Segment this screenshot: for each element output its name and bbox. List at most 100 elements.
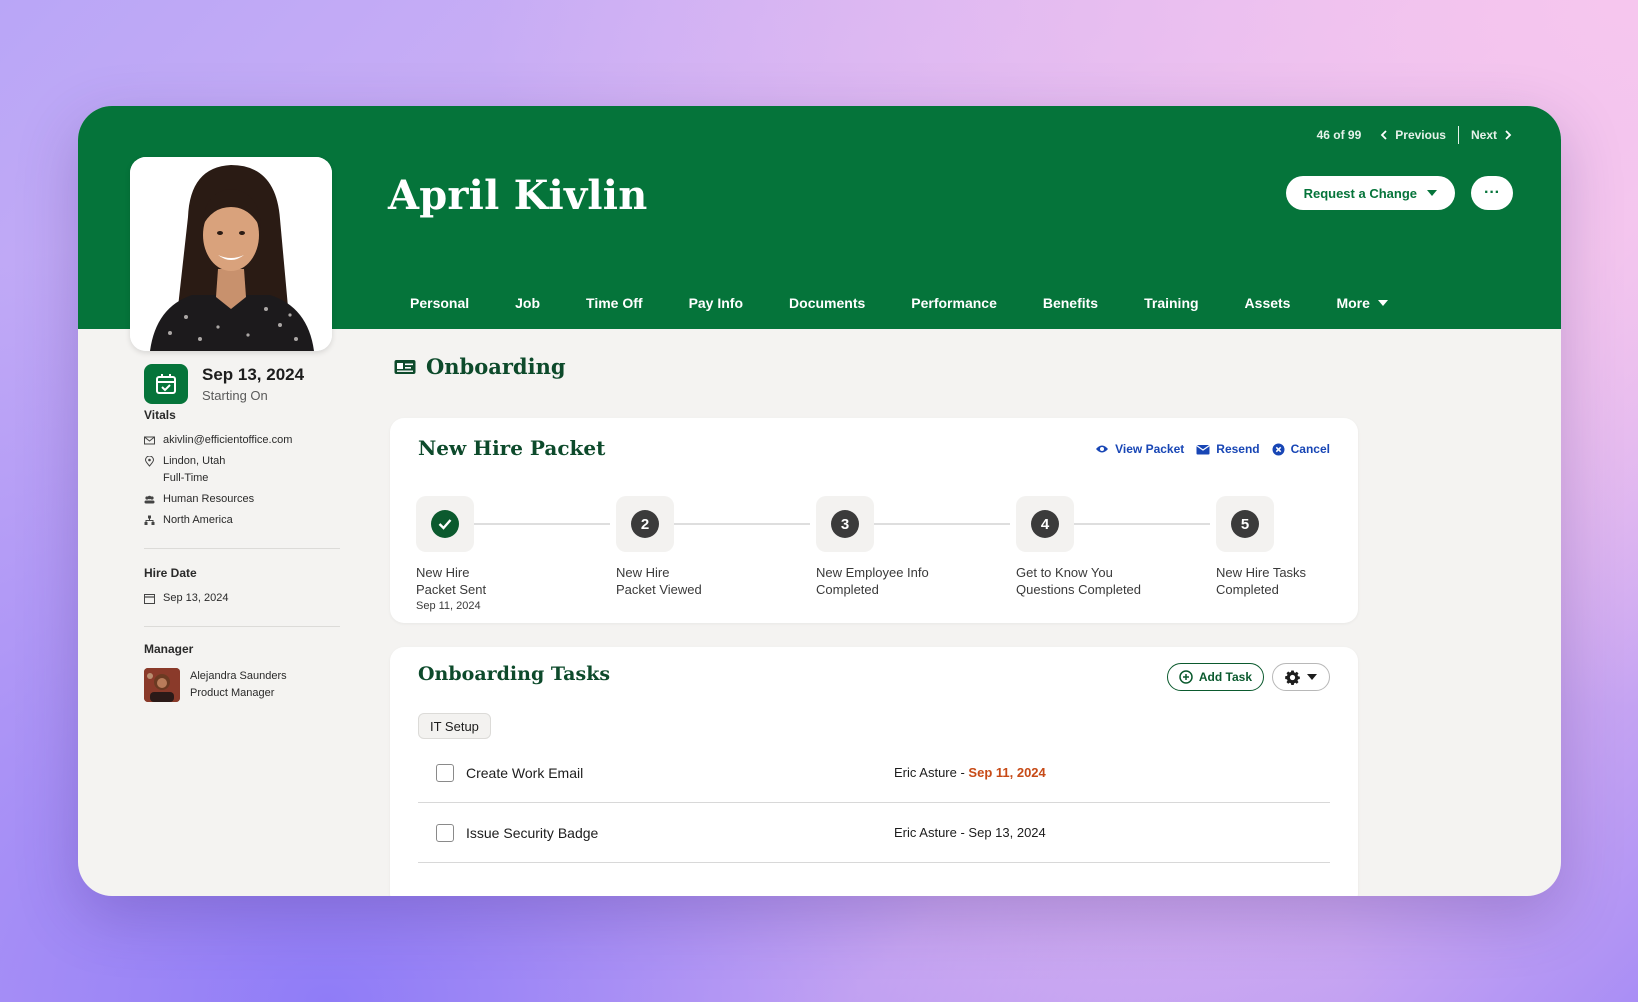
tab-label: Documents (789, 295, 866, 311)
tab-more[interactable]: More (1336, 288, 1388, 318)
task-assignee: Eric Asture - (894, 765, 969, 780)
employee-portrait (130, 157, 332, 351)
step-4: 4 Get to Know You Questions Completed (1016, 496, 1196, 598)
step-label-line: Packet Sent (416, 582, 487, 597)
add-task-button[interactable]: Add Task (1166, 663, 1264, 691)
request-change-button[interactable]: Request a Change (1285, 176, 1455, 210)
vital-division: North America (144, 514, 340, 526)
hire-date-row: Sep 13, 2024 (144, 592, 340, 604)
division-text: North America (163, 514, 233, 526)
onboarding-tasks-card: Onboarding Tasks Add Task IT Setup Creat… (390, 647, 1358, 896)
task-due-date: Sep 13, 2024 (968, 825, 1046, 840)
vital-email[interactable]: akivlin@efficientoffice.com (144, 434, 340, 446)
tab-personal[interactable]: Personal (410, 288, 469, 318)
tab-documents[interactable]: Documents (789, 288, 865, 318)
step-5: 5 New Hire Tasks Completed (1216, 496, 1396, 598)
tab-label: Training (1144, 295, 1199, 311)
vitals-section: Vitals akivlin@efficientoffice.com Lindo… (144, 408, 340, 535)
checkmark-icon (431, 510, 459, 538)
tab-training[interactable]: Training (1144, 288, 1198, 318)
section-heading: Onboarding (394, 354, 566, 379)
step-tile: 5 (1216, 496, 1274, 552)
vitals-title: Vitals (144, 408, 176, 422)
manager-name: Alejandra Saunders (190, 670, 287, 682)
task-checkbox[interactable] (436, 823, 454, 842)
packet-progress: New Hire Packet Sent Sep 11, 2024 2 New … (416, 496, 1332, 616)
hire-date-section: Hire Date Sep 13, 2024 (144, 566, 340, 613)
new-hire-packet-card: New Hire Packet View Packet Resend Cance… (390, 418, 1358, 623)
view-packet-link[interactable]: View Packet (1095, 442, 1184, 456)
packet-title: New Hire Packet (418, 436, 606, 460)
tab-performance[interactable]: Performance (911, 288, 997, 318)
next-label: Next (1470, 128, 1497, 142)
tasks-title: Onboarding Tasks (418, 663, 611, 685)
step-3: 3 New Employee Info Completed (816, 496, 996, 598)
step-tile (416, 496, 474, 552)
envelope-icon (1196, 444, 1211, 454)
calendar-icon (144, 594, 155, 604)
step-label-line: Questions Completed (1016, 582, 1142, 597)
hire-date-value: Sep 13, 2024 (163, 592, 229, 604)
step-label-line: New Employee Info (816, 565, 929, 580)
tab-benefits[interactable]: Benefits (1043, 288, 1098, 318)
tasks-actions: Add Task (1166, 663, 1330, 691)
tab-label: Assets (1244, 295, 1291, 311)
tab-assets[interactable]: Assets (1245, 288, 1291, 318)
step-label-line: New Hire (616, 565, 670, 580)
tab-label: Benefits (1042, 295, 1099, 311)
next-button[interactable]: Next (1471, 128, 1513, 142)
step-2: 2 New Hire Packet Viewed (616, 496, 796, 598)
category-chip: IT Setup (418, 713, 491, 739)
task-row: Create Work Email Eric Asture - Sep 11, … (418, 743, 1330, 803)
employee-name: April Kivlin (388, 172, 648, 219)
previous-button[interactable]: Previous (1379, 128, 1446, 142)
tab-label: More (1336, 295, 1370, 311)
step-label-line: Completed (816, 582, 879, 597)
step-label-line: New Hire Tasks (1216, 565, 1307, 580)
task-row: Issue Security Badge Eric Asture - Sep 1… (418, 803, 1330, 863)
tab-job[interactable]: Job (515, 288, 540, 318)
tab-pay-info[interactable]: Pay Info (689, 288, 743, 318)
step-label-line: Get to Know You (1016, 565, 1113, 580)
resend-link[interactable]: Resend (1196, 442, 1260, 456)
caret-down-icon (1377, 300, 1388, 306)
tab-time-off[interactable]: Time Off (586, 288, 643, 318)
tab-label: Job (515, 295, 541, 311)
record-pager: 46 of 99 Previous Next (1317, 124, 1513, 146)
manager-card[interactable]: Alejandra Saunders Product Manager (144, 668, 340, 702)
view-packet-label: View Packet (1115, 442, 1185, 456)
profile-tabs: Personal Job Time Off Pay Info Documents… (410, 288, 1434, 318)
task-checkbox[interactable] (436, 763, 454, 782)
location-pin-icon (144, 456, 155, 467)
employment-type-text: Full-Time (163, 472, 209, 484)
people-icon (144, 495, 155, 504)
caret-down-icon (1427, 190, 1437, 196)
envelope-icon (144, 436, 155, 445)
task-settings-button[interactable] (1272, 663, 1330, 691)
hire-date-title: Hire Date (144, 566, 197, 580)
task-meta: Eric Asture - Sep 11, 2024 (894, 765, 1046, 780)
step-label: Get to Know You Questions Completed (1016, 564, 1194, 598)
cancel-link[interactable]: Cancel (1272, 442, 1330, 456)
start-label: Starting On (202, 388, 268, 403)
step-tile: 4 (1016, 496, 1074, 552)
more-actions-button[interactable]: ··· (1471, 176, 1513, 210)
step-tile: 2 (616, 496, 674, 552)
step-number: 3 (831, 510, 859, 538)
start-date: Sep 13, 2024 (202, 365, 305, 384)
step-date: Sep 11, 2024 (416, 600, 481, 612)
tab-label: Time Off (586, 295, 643, 311)
manager-title: Manager (144, 642, 194, 656)
step-label: New Hire Packet Viewed (616, 564, 794, 598)
divider (144, 548, 340, 549)
previous-label: Previous (1395, 128, 1446, 142)
manager-section: Manager Alejandra Saunders Product Manag… (144, 642, 340, 702)
add-task-label: Add Task (1198, 670, 1252, 684)
eye-icon (1096, 445, 1109, 453)
pager-divider (1457, 126, 1459, 144)
step-tile: 3 (816, 496, 874, 552)
packet-actions: View Packet Resend Cancel (1095, 442, 1330, 456)
step-label: New Hire Tasks Completed (1216, 564, 1394, 598)
id-card-icon (394, 359, 416, 374)
step-label: New Hire Packet Sent (416, 564, 594, 598)
